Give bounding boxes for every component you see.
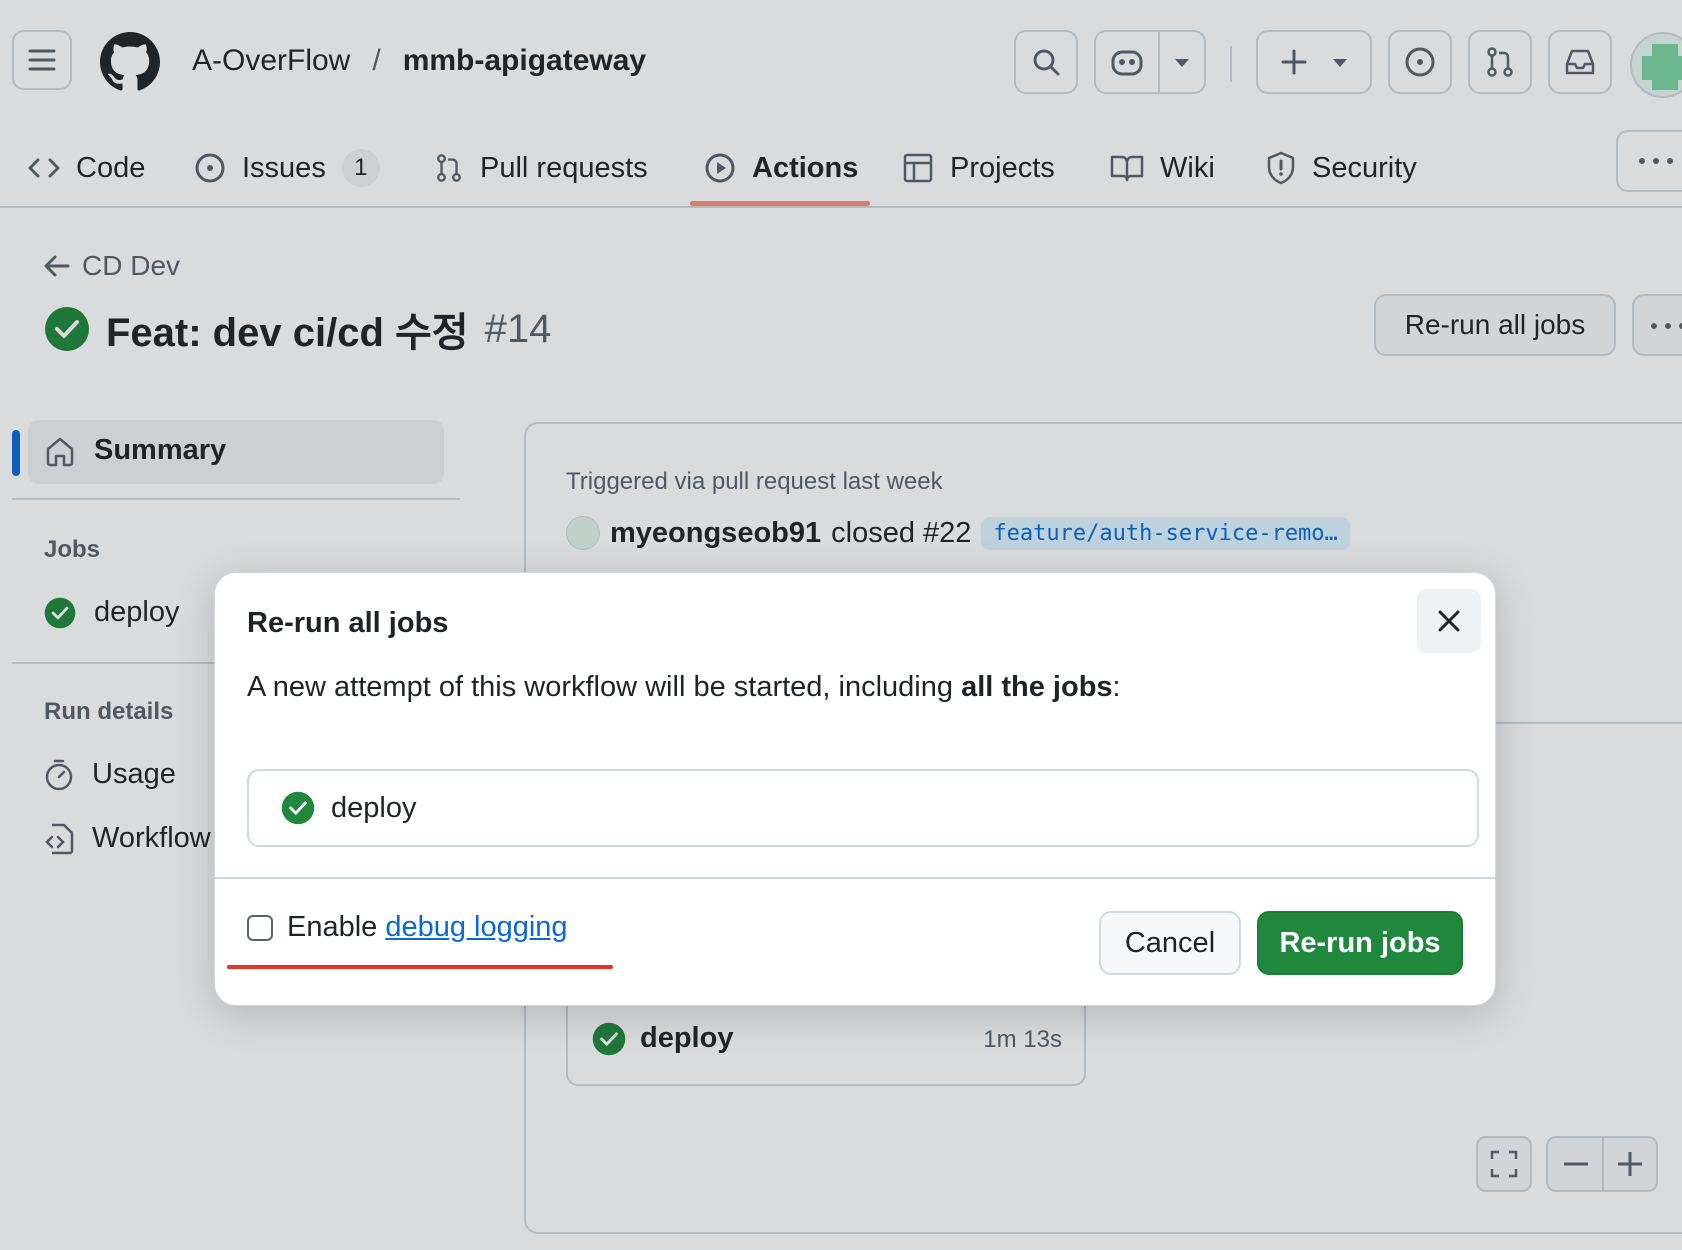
close-icon <box>1438 610 1460 632</box>
rerun-jobs-button[interactable]: Re-run jobs <box>1257 911 1463 975</box>
dialog-job-name: deploy <box>331 791 417 824</box>
debug-logging-checkbox[interactable] <box>247 914 273 941</box>
check-circle-icon <box>281 791 315 825</box>
rerun-dialog: Re-run all jobs A new attempt of this wo… <box>214 572 1496 1006</box>
dialog-description: A new attempt of this workflow will be s… <box>247 671 1121 704</box>
dialog-job-item: deploy <box>247 769 1479 847</box>
debug-logging-link[interactable]: debug logging <box>385 911 567 944</box>
dialog-description-bold: all the jobs <box>961 671 1113 703</box>
dialog-title: Re-run all jobs <box>247 607 449 639</box>
dialog-close-button[interactable] <box>1417 589 1481 653</box>
cancel-button[interactable]: Cancel <box>1099 911 1241 975</box>
debug-logging-option: Enable debug logging <box>247 911 568 944</box>
annotation-underline <box>227 965 613 969</box>
enable-label: Enable <box>287 911 378 943</box>
dialog-description-prefix: A new attempt of this workflow will be s… <box>247 671 962 703</box>
dialog-description-suffix: : <box>1112 671 1121 703</box>
dialog-divider <box>215 877 1495 879</box>
